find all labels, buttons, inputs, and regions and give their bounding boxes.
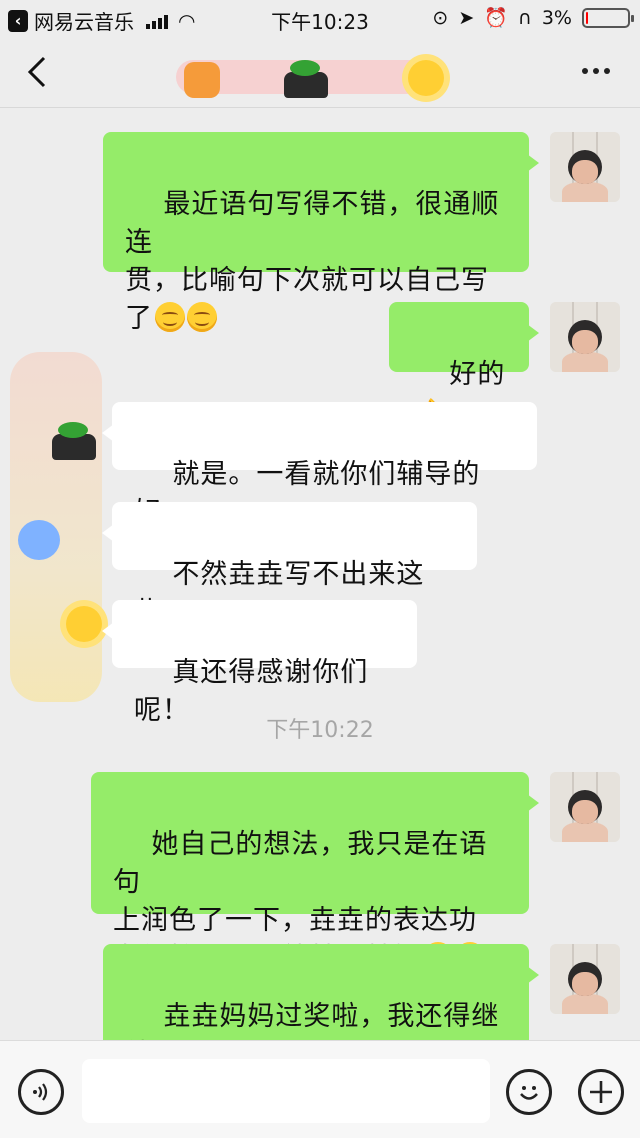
message-text-input[interactable]: [82, 1059, 490, 1123]
my-avatar[interactable]: [550, 132, 620, 202]
orange-sticker-icon: [184, 62, 220, 98]
message-bubble-incoming[interactable]: 真还得感谢你们呢！: [102, 600, 417, 726]
chat-nav-bar: [0, 36, 640, 108]
plus-sign-icon: [590, 1081, 612, 1103]
battery-icon: [582, 7, 634, 28]
battery-percent: 3%: [541, 6, 572, 29]
message-text: 垚垚妈妈过奖啦，我还得继续 努力: [125, 1001, 500, 1040]
alarm-icon: ⏰: [484, 7, 508, 29]
voice-input-icon[interactable]: [18, 1069, 64, 1115]
smile-emoji-icon: [187, 302, 217, 332]
hill-sticker-icon: [52, 420, 96, 460]
my-avatar[interactable]: [550, 944, 620, 1014]
more-horizontal-icon[interactable]: [582, 68, 610, 74]
smile-emoji-icon: [155, 302, 185, 332]
plus-icon[interactable]: [578, 1069, 624, 1115]
location-icon: ➤: [458, 6, 475, 29]
message-bubble-outgoing[interactable]: 她自己的想法，我只是在语句 上润色了一下，垚垚的表达功 力很棒，日记就越写越好: [91, 772, 539, 974]
rotation-lock-icon: ⊙: [432, 6, 449, 29]
sun-sticker-icon: [408, 60, 444, 96]
sound-waves-icon: [33, 1083, 48, 1101]
chat-title-redacted: [176, 46, 456, 102]
message-bubble-incoming[interactable]: 不然垚垚写不出来这些。: [102, 502, 477, 628]
smiley-face-icon: [520, 1086, 538, 1100]
my-avatar[interactable]: [550, 302, 620, 372]
message-bubble-incoming[interactable]: 就是。一看就你们辅导的好。: [102, 402, 537, 528]
message-text: 好的: [449, 359, 506, 390]
cloud-sticker-icon: [18, 520, 60, 560]
status-bar: ‹ 网易云音乐 ◠ 下午10:23 ⊙ ➤ ⏰ ∩ 3%: [0, 0, 640, 36]
message-bubble-outgoing[interactable]: 垚垚妈妈过奖啦，我还得继续 努力: [103, 944, 539, 1040]
headphones-icon: ∩: [517, 6, 532, 29]
emoji-picker-icon[interactable]: [506, 1069, 552, 1115]
my-avatar[interactable]: [550, 772, 620, 842]
status-right: ⊙ ➤ ⏰ ∩ 3%: [432, 6, 634, 29]
chat-input-bar: [0, 1040, 640, 1138]
chat-timestamp: 下午10:22: [266, 718, 374, 743]
message-bubble-outgoing[interactable]: 好的👌: [389, 302, 539, 428]
message-bubble-outgoing[interactable]: 最近语句写得不错，很通顺连 贯，比喻句下次就可以自己写 了: [103, 132, 539, 334]
chat-message-list[interactable]: 最近语句写得不错，很通顺连 贯，比喻句下次就可以自己写 了 好的👌 就是。一看就…: [0, 108, 640, 1040]
hill-sticker-icon: [284, 58, 328, 98]
battery-fill: [586, 11, 588, 24]
chevron-left-icon[interactable]: [22, 54, 52, 90]
sun-sticker-icon: [66, 606, 102, 642]
